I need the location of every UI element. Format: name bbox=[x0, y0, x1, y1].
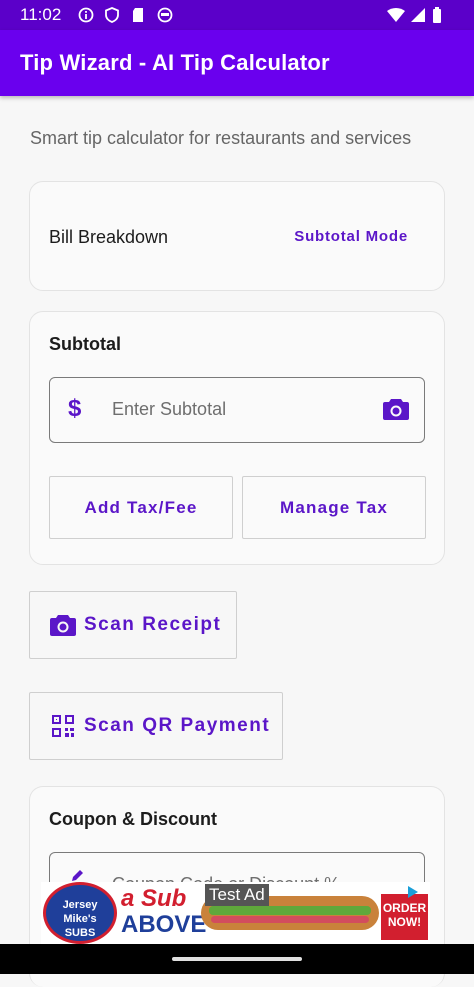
test-ad-label: Test Ad bbox=[205, 884, 269, 906]
navigation-bar bbox=[0, 944, 474, 974]
scan-receipt-button[interactable]: Scan Receipt bbox=[29, 591, 237, 659]
app-title: Tip Wizard - AI Tip Calculator bbox=[20, 50, 330, 75]
add-tax-fee-button[interactable]: Add Tax/Fee bbox=[49, 476, 233, 539]
ad-choices-icon[interactable] bbox=[406, 885, 420, 899]
scan-receipt-label: Scan Receipt bbox=[84, 614, 222, 635]
scan-qr-payment-button[interactable]: Scan QR Payment bbox=[29, 692, 283, 760]
ad-slogan-line1: a Sub bbox=[121, 885, 187, 912]
sd-card-icon bbox=[133, 8, 143, 22]
camera-icon bbox=[50, 615, 76, 636]
status-time: 11:02 bbox=[20, 5, 62, 24]
ad-logo: Jersey Mike's SUBS bbox=[43, 882, 117, 944]
camera-icon[interactable] bbox=[383, 397, 409, 421]
shield-icon bbox=[105, 7, 119, 23]
qr-code-icon bbox=[52, 715, 74, 737]
ad-slogan-line2: ABOVE bbox=[121, 911, 207, 938]
status-bar: 11:02 bbox=[0, 0, 474, 30]
subtotal-mode-button[interactable]: Subtotal Mode bbox=[294, 228, 408, 245]
pencil-icon bbox=[72, 870, 83, 881]
ad-logo-text: Jersey Mike's bbox=[62, 899, 98, 925]
bill-breakdown-label: Bill Breakdown bbox=[49, 227, 169, 247]
dollar-icon: $ bbox=[68, 395, 82, 422]
wifi-icon bbox=[387, 8, 405, 22]
bill-breakdown-card: Bill Breakdown Subtotal Mode bbox=[29, 181, 445, 291]
home-gesture-handle[interactable] bbox=[172, 957, 302, 961]
subtotal-placeholder: Enter Subtotal bbox=[112, 399, 227, 419]
manage-tax-button[interactable]: Manage Tax bbox=[242, 476, 426, 539]
coupon-discount-heading: Coupon & Discount bbox=[49, 809, 217, 829]
subtotal-card: Subtotal $ Enter Subtotal Add Tax/Fee Ma… bbox=[29, 311, 445, 565]
scan-qr-payment-label: Scan QR Payment bbox=[84, 715, 271, 736]
battery-icon bbox=[433, 7, 441, 23]
app-bar: Tip Wizard - AI Tip Calculator bbox=[0, 30, 474, 96]
ad-banner[interactable]: Jersey Mike's SUBS a Sub ABOVE ORDER NOW… bbox=[41, 882, 430, 944]
info-icon bbox=[78, 7, 94, 23]
subtotal-heading: Subtotal bbox=[49, 334, 121, 354]
page-subtitle: Smart tip calculator for restaurants and… bbox=[30, 128, 412, 148]
face-icon bbox=[157, 7, 173, 23]
ad-slogan: a Sub ABOVE bbox=[121, 886, 206, 938]
signal-icon bbox=[411, 8, 425, 22]
subtotal-input[interactable]: $ Enter Subtotal bbox=[49, 377, 425, 443]
ad-order-now-button[interactable]: ORDER NOW! bbox=[381, 894, 428, 940]
ad-logo-subtext: SUBS bbox=[64, 927, 96, 939]
